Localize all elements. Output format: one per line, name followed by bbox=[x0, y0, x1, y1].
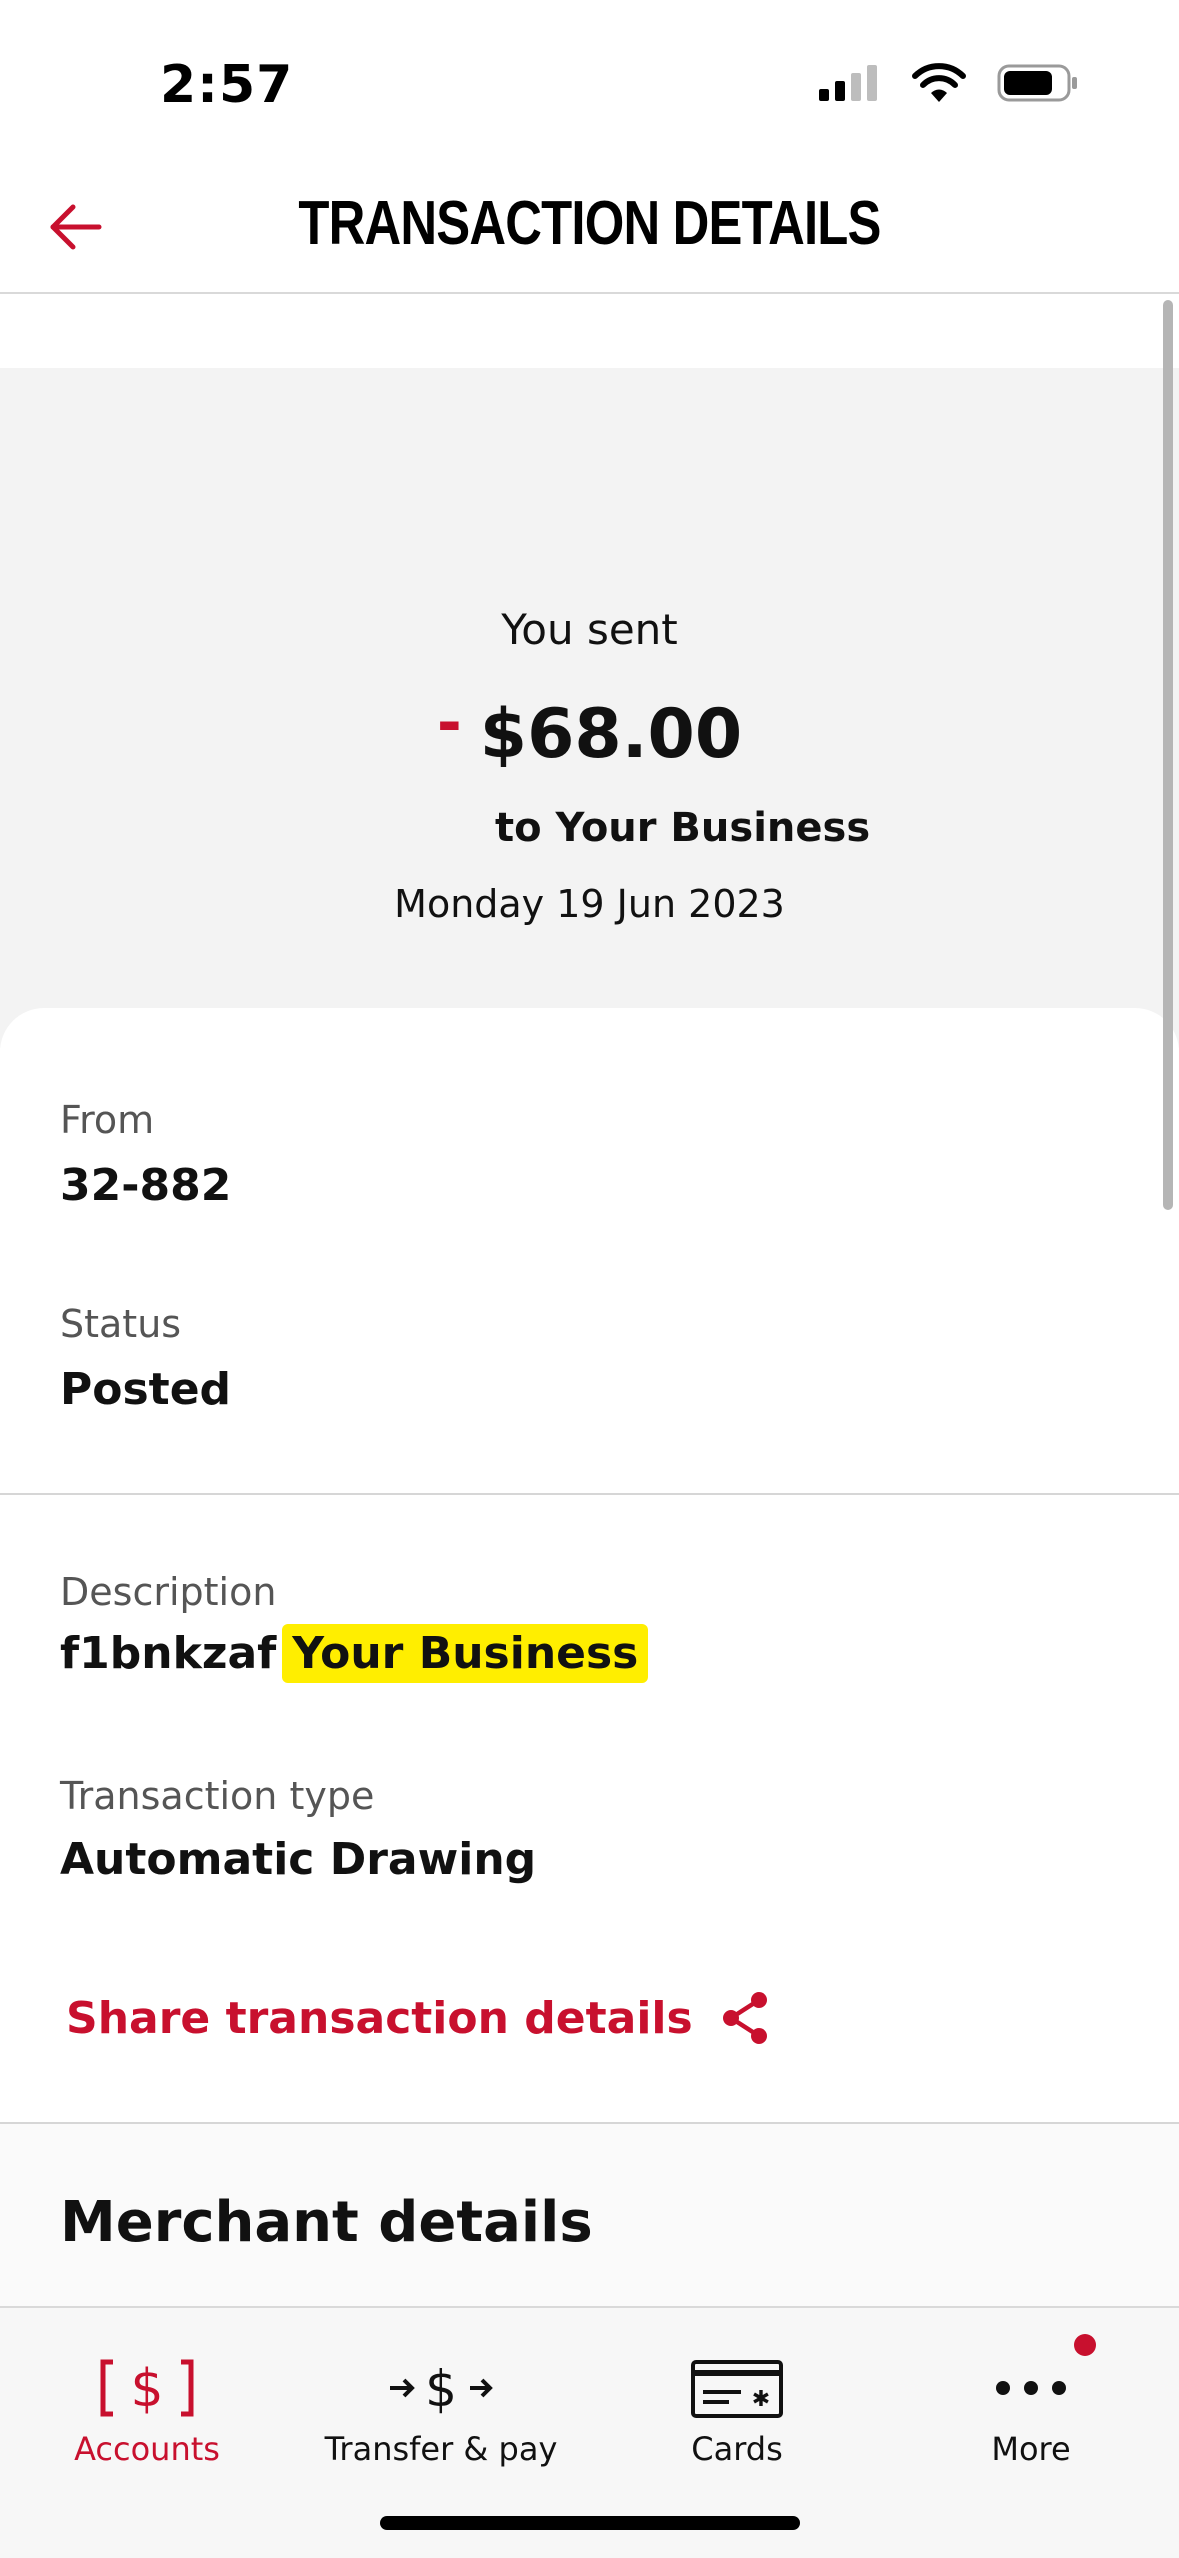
description-highlight: Your Business bbox=[282, 1624, 649, 1683]
nav-accounts[interactable]: $ Accounts bbox=[0, 2308, 294, 2468]
description-label: Description bbox=[60, 1570, 277, 1614]
amount-value: $68.00 bbox=[479, 695, 743, 774]
amount-sign: - bbox=[436, 688, 462, 758]
transaction-type-label: Transaction type bbox=[60, 1774, 375, 1818]
more-dots-icon bbox=[996, 2381, 1066, 2395]
svg-text:$: $ bbox=[425, 2360, 457, 2418]
summary-amount: - $68.00 bbox=[0, 688, 1179, 774]
summary-recipient: to Your Business bbox=[495, 805, 871, 851]
status-time: 2:57 bbox=[160, 55, 294, 115]
nav-icon-wrap: $ bbox=[0, 2348, 294, 2428]
nav-label-accounts: Accounts bbox=[74, 2430, 220, 2468]
share-icon bbox=[722, 1992, 767, 2044]
nav-label-more: More bbox=[991, 2430, 1071, 2468]
battery-icon bbox=[997, 64, 1077, 102]
hero-top-strip bbox=[0, 294, 1179, 368]
page-title: TRANSACTION DETAILS bbox=[298, 189, 881, 258]
cellular-signal-icon bbox=[819, 65, 877, 101]
scrollbar[interactable] bbox=[1163, 300, 1173, 1210]
wifi-icon bbox=[912, 63, 966, 102]
svg-text:$: $ bbox=[130, 2359, 163, 2419]
share-label: Share transaction details bbox=[66, 1992, 693, 2044]
from-value: 32-882 bbox=[60, 1160, 232, 1211]
summary-label: You sent bbox=[501, 605, 678, 654]
status-label: Status bbox=[60, 1302, 182, 1346]
back-button[interactable] bbox=[40, 192, 110, 262]
transfer-icon: $ bbox=[390, 2360, 493, 2418]
nav-icon-wrap: ✱ bbox=[590, 2348, 884, 2428]
nav-label-transfer-pay: Transfer & pay bbox=[324, 2430, 558, 2468]
nav-transfer-pay[interactable]: $ Transfer & pay bbox=[294, 2308, 588, 2468]
transaction-type-value: Automatic Drawing bbox=[60, 1834, 537, 1885]
from-label: From bbox=[60, 1098, 155, 1142]
summary-date: Monday 19 Jun 2023 bbox=[394, 882, 785, 926]
status-icons bbox=[817, 62, 1079, 104]
description-value: f1bnkzaf Your Business bbox=[60, 1624, 649, 1683]
divider bbox=[0, 1493, 1179, 1495]
nav-cards[interactable]: ✱ Cards bbox=[590, 2308, 884, 2468]
home-indicator[interactable] bbox=[380, 2516, 800, 2530]
nav-more[interactable]: More bbox=[884, 2308, 1178, 2468]
header: TRANSACTION DETAILS bbox=[0, 170, 1179, 294]
accounts-dollar-icon: $ bbox=[100, 2359, 194, 2419]
status-bar: 2:57 bbox=[0, 0, 1179, 170]
nav-label-cards: Cards bbox=[691, 2430, 783, 2468]
card-icon: ✱ bbox=[691, 2360, 783, 2418]
nav-icon-wrap bbox=[884, 2348, 1178, 2428]
description-code: f1bnkzaf bbox=[60, 1628, 277, 1679]
notification-badge bbox=[1074, 2334, 1096, 2356]
nav-icon-wrap: $ bbox=[294, 2348, 588, 2428]
merchant-details-title: Merchant details bbox=[60, 2190, 593, 2255]
arrow-left-icon bbox=[50, 204, 102, 250]
status-value: Posted bbox=[60, 1364, 232, 1415]
svg-text:✱: ✱ bbox=[752, 2387, 770, 2412]
share-transaction-button[interactable]: Share transaction details bbox=[66, 1990, 771, 2046]
